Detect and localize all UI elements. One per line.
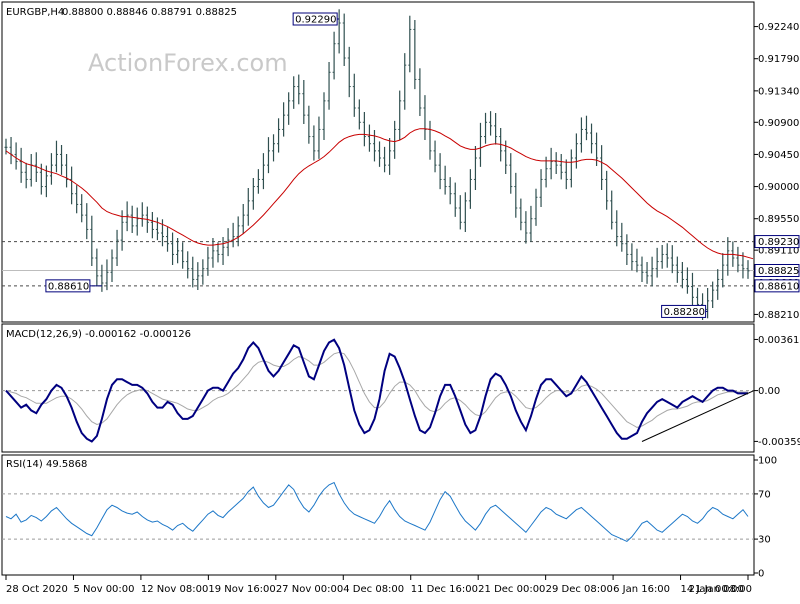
price-tick-label: 0.91790 (758, 54, 799, 65)
time-tick-label: 6 Jan 16:00 (613, 584, 670, 595)
price-tick-label: 0.92240 (758, 22, 799, 33)
macd-tick-label: 0.00 (758, 386, 780, 397)
rsi-tick-label: 30 (758, 535, 771, 546)
chart-svg: ActionForex.com EURGBP,H4 0.88800 0.8884… (1, 1, 800, 595)
price-tick-label: 0.91340 (758, 86, 799, 97)
time-tick-label: 12 Nov 08:00 (141, 584, 208, 595)
time-tick-label: 28 Oct 2020 (6, 584, 68, 595)
rsi-title: RSI(14) 49.5868 (6, 459, 87, 470)
time-tick-label: 19 Nov 16:00 (208, 584, 275, 595)
chart-window: ActionForex.com EURGBP,H4 0.88800 0.8884… (0, 0, 800, 600)
rsi-tick-label: 0 (758, 569, 764, 580)
time-tick-label: 5 Nov 00:00 (73, 584, 134, 595)
watermark: ActionForex.com (88, 49, 288, 77)
macd-signal-line (5, 351, 748, 428)
time-tick-label: 29 Dec 08:00 (546, 584, 613, 595)
price-tick-label: 0.90000 (758, 182, 799, 193)
rsi-tick-label: 70 (758, 489, 771, 500)
time-tick-label: 4 Dec 08:00 (343, 584, 404, 595)
macd-title: MACD(12,26,9) -0.000162 -0.000126 (6, 329, 191, 340)
macd-trendline (641, 390, 755, 442)
annotation-label: 0.88610 (48, 281, 89, 292)
rsi-line (5, 481, 749, 542)
price-tick-label: 0.90450 (758, 150, 799, 161)
macd-axis: 0.003615 0.00 -0.003592 (2, 335, 800, 448)
time-tick-label: 27 Nov 00:00 (276, 584, 343, 595)
rsi-tick-label: 100 (758, 456, 777, 467)
chart-symbol: EURGBP,H4 (6, 7, 64, 18)
time-tick-label: 11 Dec 16:00 (411, 584, 478, 595)
price-tick-label: 0.89550 (758, 214, 799, 225)
time-tick-label: 21 Jan 08:00 (689, 584, 752, 595)
price-tick-label: 0.90900 (758, 118, 799, 129)
price-level-label: 0.88610 (758, 281, 799, 292)
macd-tick-label: 0.003615 (758, 335, 800, 346)
rsi-axis: 100 70 30 0 (2, 456, 777, 580)
price-tick-label: 0.88210 (758, 310, 799, 321)
macd-pane-frame (1, 323, 755, 453)
chart-ohlc: 0.88800 0.88846 0.88791 0.88825 (62, 7, 237, 18)
time-tick-label: 21 Dec 00:00 (478, 584, 545, 595)
time-axis: 28 Oct 2020 5 Nov 00:00 12 Nov 08:00 19 Nov… (5, 575, 752, 595)
price-level-label: 0.88825 (758, 266, 799, 277)
macd-tick-label: -0.003592 (758, 437, 800, 448)
rsi-pane-frame (1, 454, 755, 576)
price-level-label: 0.89230 (758, 237, 799, 248)
annotation-label: 0.88280 (664, 307, 705, 318)
annotation-label: 0.92290 (295, 15, 336, 26)
